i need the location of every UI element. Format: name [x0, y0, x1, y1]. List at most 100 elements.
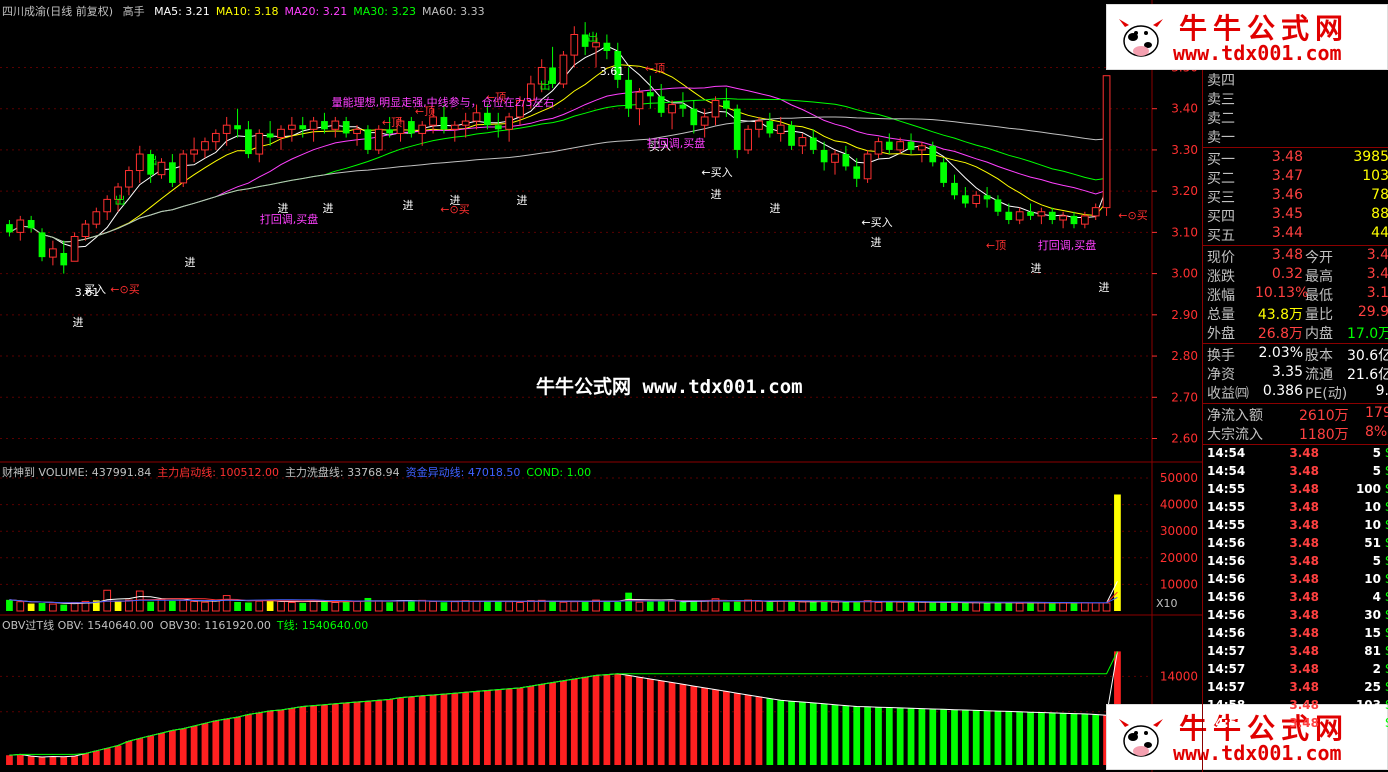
volume-axis-tick-label: 20000 [1160, 551, 1198, 565]
chart-annotation: ←⊙买 [110, 283, 139, 296]
volume-bar [16, 601, 25, 612]
candle-body [70, 236, 79, 262]
candle-body [951, 182, 958, 196]
obv-bar [407, 696, 415, 765]
center-watermark: 牛牛公式网 www.tdx001.com [536, 376, 803, 398]
obv-bar [440, 694, 448, 765]
obv-bar [375, 700, 383, 765]
ask-row: 卖二 [1205, 108, 1388, 127]
obv-bar [92, 750, 100, 765]
tick-price: 3.48 [1289, 608, 1319, 622]
candle-body [1027, 211, 1034, 216]
obv-bar [755, 696, 763, 765]
obv-bar [1081, 713, 1089, 765]
candle-body [505, 116, 513, 130]
tick-row: 14:553.4810S [1205, 518, 1388, 536]
obv-bar [71, 756, 78, 765]
candle-body [169, 162, 176, 183]
obv-bar [625, 675, 632, 765]
volume-bar [983, 603, 991, 611]
obv-bar [386, 699, 393, 765]
volume-bar [646, 601, 654, 611]
chart-annotation: 进 [871, 236, 882, 249]
volume-bar [1005, 602, 1013, 611]
candle-body [788, 125, 795, 146]
volume-bar [961, 602, 969, 611]
bid-row: 买一 3.48 3985 [1205, 149, 1388, 168]
obv-bar [570, 678, 578, 765]
chart-annotation: ←买入 [861, 216, 892, 229]
candle-body [885, 141, 893, 150]
candle-body [700, 116, 709, 126]
flow-v2: 179 [1365, 405, 1388, 421]
candle-body [1080, 215, 1089, 225]
obv-bar [875, 707, 882, 765]
volume-bar [179, 599, 188, 612]
obv-bar [245, 714, 252, 765]
obv-bar [299, 706, 307, 765]
bid-row: 买四 3.45 88 [1205, 206, 1388, 225]
volume-bar [374, 600, 383, 612]
obv-bar [418, 695, 426, 765]
quote-lab: 买四 [1207, 209, 1235, 225]
quote-lab: 涨幅 [1207, 288, 1235, 304]
volume-bar [842, 601, 850, 611]
quote-v2: 21.6亿 [1347, 367, 1388, 383]
obv-bar [342, 702, 350, 765]
obv-bar [179, 728, 187, 765]
bid-row: 买二 3.47 103 [1205, 168, 1388, 187]
quote-l2: 流通 [1305, 367, 1333, 383]
volume-bar [733, 601, 741, 611]
candle-body [776, 124, 785, 134]
tick-row: 14:563.4810S [1205, 572, 1388, 590]
volume-bar [581, 601, 589, 611]
obv-bar [288, 708, 296, 765]
candle-body [135, 153, 144, 172]
quote-v2: 44 [1371, 225, 1388, 241]
ask-row: 卖四 [1205, 70, 1388, 89]
obv-bar [961, 710, 969, 765]
tick-time: 14:54 [1207, 446, 1246, 460]
tick-vol: 103 [1355, 698, 1381, 712]
candle-body [234, 125, 241, 130]
candle-body [657, 96, 665, 113]
tick-time: 14:56 [1207, 572, 1246, 586]
quote-v2: 30.6亿 [1347, 348, 1388, 364]
obv-bar [842, 705, 850, 765]
quote-divider [1203, 444, 1388, 445]
obv-bar [885, 707, 893, 765]
ma-label: MA5: 3.21 [154, 5, 210, 18]
obv-bar [1070, 713, 1078, 765]
volume-bar [299, 603, 307, 611]
candle-body [49, 248, 57, 258]
volume-bar [147, 601, 155, 611]
volume-bar [951, 603, 958, 611]
tick-vol: 15 [1364, 626, 1381, 640]
volume-bar [853, 602, 861, 611]
tick-time: 14:56 [1207, 590, 1246, 604]
candle-body [798, 137, 807, 147]
tick-time: 14:56 [1207, 536, 1246, 550]
chart-annotation: 进 [73, 316, 84, 329]
stock-name[interactable]: 四川成渝(日线 前复权) [2, 5, 113, 18]
obv-indicator-label: T线: 1540640.00 [276, 619, 369, 632]
obv-bar [994, 711, 1002, 765]
volume-indicator-label: COND: 1.00 [526, 466, 592, 479]
candle-body [299, 125, 307, 130]
candle-body [472, 112, 481, 122]
price-axis-tick-label: 3.10 [1171, 225, 1198, 239]
candle-body [27, 220, 35, 229]
volume-indicator-label: 主力启动线: 100512.00 [157, 466, 279, 479]
volume-bar [690, 600, 698, 611]
quote-lab: 卖四 [1207, 73, 1235, 89]
obv-bar [223, 718, 231, 765]
tick-vol: 31 [1364, 716, 1381, 730]
quote-v2: 29.9 [1357, 304, 1388, 320]
chart-annotation: 进 [711, 188, 722, 201]
volume-bar [484, 600, 491, 611]
obv-bar [636, 677, 643, 765]
chart-annotation: ←买入 [701, 166, 732, 179]
quote-lab: 卖二 [1207, 111, 1235, 127]
tick-price: 3.48 [1289, 644, 1319, 658]
quote-l2: 最低 [1305, 288, 1333, 304]
